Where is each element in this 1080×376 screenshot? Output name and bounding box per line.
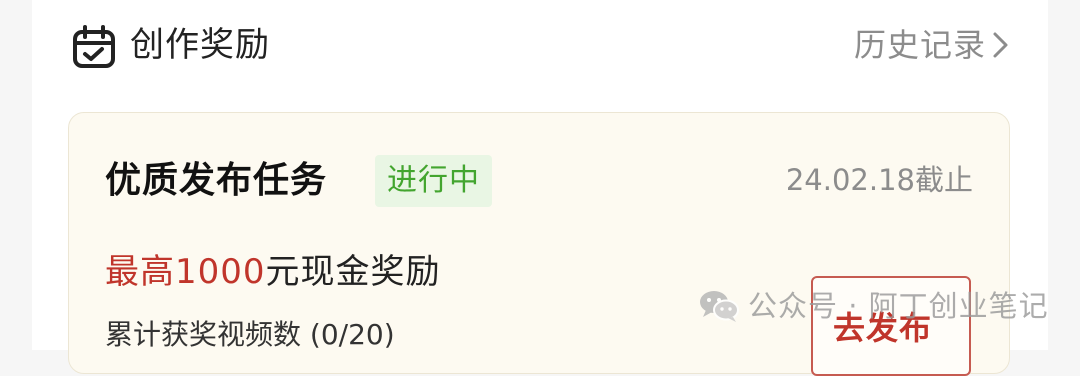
history-link[interactable]: 历史记录 <box>854 22 1010 68</box>
watermark: 公众号 · 阿丁创业笔记 <box>698 286 1049 326</box>
task-card: 优质发布任务 进行中 24.02.18截止 最高1000元现金奖励 累计获奖视频… <box>68 112 1010 376</box>
reward-label: 元现金奖励 <box>265 252 441 292</box>
reward-description: 最高1000元现金奖励 <box>105 247 441 297</box>
status-badge: 进行中 <box>375 155 492 207</box>
reward-amount: 最高1000 <box>105 252 266 292</box>
calendar-check-icon <box>73 25 115 68</box>
award-progress: 累计获奖视频数 (0/20) <box>105 318 395 351</box>
task-deadline: 24.02.18截止 <box>785 163 973 197</box>
wechat-icon <box>700 291 739 322</box>
section-title: 创作奖励 <box>130 25 270 65</box>
task-title: 优质发布任务 <box>105 160 328 201</box>
chevron-right-icon <box>993 32 1008 58</box>
history-link-label: 历史记录 <box>853 26 986 64</box>
watermark-text: 公众号 · 阿丁创业笔记 <box>748 289 1049 323</box>
